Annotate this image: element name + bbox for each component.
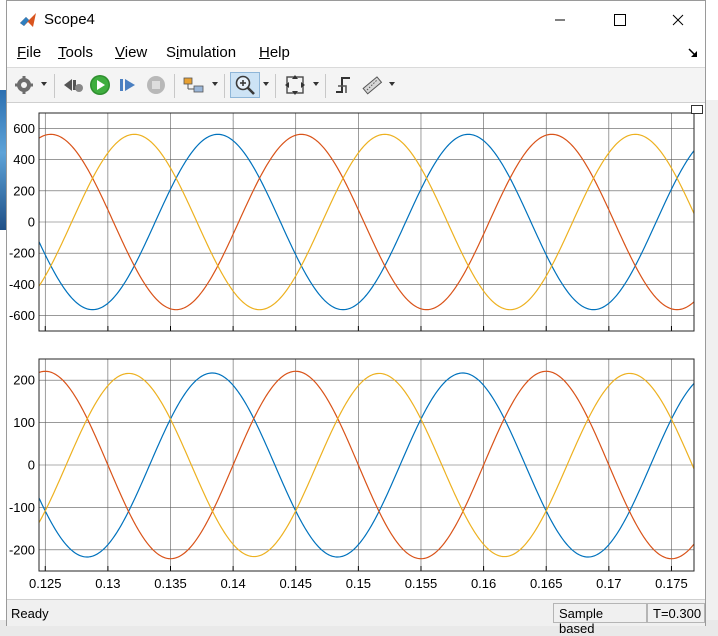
- triggers-button[interactable]: [332, 74, 356, 96]
- close-button[interactable]: [655, 7, 701, 33]
- run-button[interactable]: [88, 74, 112, 96]
- menu-file[interactable]: File: [17, 44, 41, 61]
- tick-label-x: 0.145: [279, 576, 312, 591]
- stop-icon: [147, 76, 165, 94]
- tick-label-y: 0: [28, 215, 35, 230]
- zoom-dropdown-icon[interactable]: [263, 82, 269, 86]
- dock-arrow-icon[interactable]: [687, 47, 699, 59]
- status-bar: Ready Sample based T=0.300: [7, 599, 705, 636]
- triggers-icon: [336, 77, 350, 93]
- status-ready-text: Ready: [11, 606, 49, 621]
- title-bar[interactable]: Scope4: [7, 1, 705, 39]
- menu-tools[interactable]: Tools: [58, 44, 93, 61]
- tick-label-x: 0.16: [471, 576, 496, 591]
- tick-label-x: 0.135: [154, 576, 187, 591]
- tick-label-x: 0.14: [220, 576, 245, 591]
- signal-select-dropdown-icon[interactable]: [212, 82, 218, 86]
- tick-label-y: 600: [13, 121, 35, 136]
- maximize-button[interactable]: [597, 7, 643, 33]
- background-window-edge: [705, 100, 718, 620]
- run-icon: [90, 75, 110, 95]
- toolbar-separator: [54, 74, 55, 98]
- tick-label-y: 100: [13, 415, 35, 430]
- window-title: Scope4: [44, 11, 95, 28]
- fit-to-view-icon: [285, 75, 305, 95]
- menu-view[interactable]: View: [115, 44, 147, 61]
- toolbar-separator: [174, 74, 175, 98]
- fit-to-view-button[interactable]: [282, 74, 308, 96]
- maximize-icon: [614, 14, 626, 26]
- settings-button[interactable]: [13, 74, 35, 96]
- menu-help[interactable]: Help: [259, 44, 290, 61]
- minimize-button[interactable]: [537, 7, 583, 33]
- settings-dropdown-icon[interactable]: [41, 82, 47, 86]
- tick-label-x: 0.15: [346, 576, 371, 591]
- tick-label-y: 200: [13, 373, 35, 388]
- step-back-icon: [64, 79, 83, 92]
- minimize-icon: [555, 19, 565, 21]
- scope-plots: 600 400 200 0 -200 -400 -600 200 100 0 -100 -200 0.…: [9, 112, 695, 591]
- tick-label-x: 0.155: [405, 576, 438, 591]
- tick-label-y: -200: [9, 246, 35, 261]
- tick-label-y: -600: [9, 308, 35, 323]
- toolbar-separator: [325, 74, 326, 98]
- signal-select-button[interactable]: [181, 74, 207, 96]
- measurements-button[interactable]: [360, 74, 384, 96]
- scope-display: 600 400 200 0 -200 -400 -600 200 100 0 -100 -200 0.…: [7, 103, 705, 597]
- stop-button[interactable]: [144, 74, 168, 96]
- fit-to-view-dropdown-icon[interactable]: [313, 82, 319, 86]
- menu-bar: File Tools View Simulation Help: [7, 41, 705, 65]
- tick-label-y: -100: [9, 500, 35, 515]
- settings-icon: [15, 76, 33, 94]
- menu-simulation[interactable]: Simulation: [166, 44, 236, 61]
- toolbar-separator: [224, 74, 225, 98]
- undock-axes-icon[interactable]: [691, 105, 703, 114]
- tick-label-x: 0.17: [596, 576, 621, 591]
- toolbar-separator: [275, 74, 276, 98]
- measurements-dropdown-icon[interactable]: [389, 82, 395, 86]
- axes-bottom[interactable]: 200 100 0 -100 -200 0.125 0.13 0.135 0.14 0.145 0.…: [9, 358, 695, 591]
- tick-label-x: 0.13: [95, 576, 120, 591]
- tick-label-x: 0.165: [530, 576, 563, 591]
- step-forward-icon: [120, 79, 135, 91]
- close-icon: [672, 14, 684, 26]
- signal-select-icon: [183, 77, 204, 93]
- tick-label-y: 0: [28, 458, 35, 473]
- tick-label-y: -200: [9, 542, 35, 557]
- measurements-icon: [362, 76, 383, 95]
- status-sim-time: T=0.300: [647, 603, 705, 623]
- step-forward-button[interactable]: [116, 74, 140, 96]
- status-sample-mode: Sample based: [553, 603, 647, 636]
- tick-label-x: 0.125: [29, 576, 62, 591]
- step-back-button[interactable]: [61, 74, 85, 96]
- axes-top[interactable]: 600 400 200 0 -200 -400 -600: [9, 112, 695, 332]
- tick-label-y: 200: [13, 183, 35, 198]
- toolbar: [7, 67, 705, 103]
- zoom-icon: [235, 75, 255, 95]
- tick-label-x: 0.175: [655, 576, 688, 591]
- tick-label-y: 400: [13, 152, 35, 167]
- matlab-logo-icon: [20, 13, 36, 27]
- zoom-button[interactable]: [230, 72, 260, 98]
- scope-window: Scope4 File Tools View Simulation Help 6…: [6, 0, 706, 636]
- tick-label-y: -400: [9, 277, 35, 292]
